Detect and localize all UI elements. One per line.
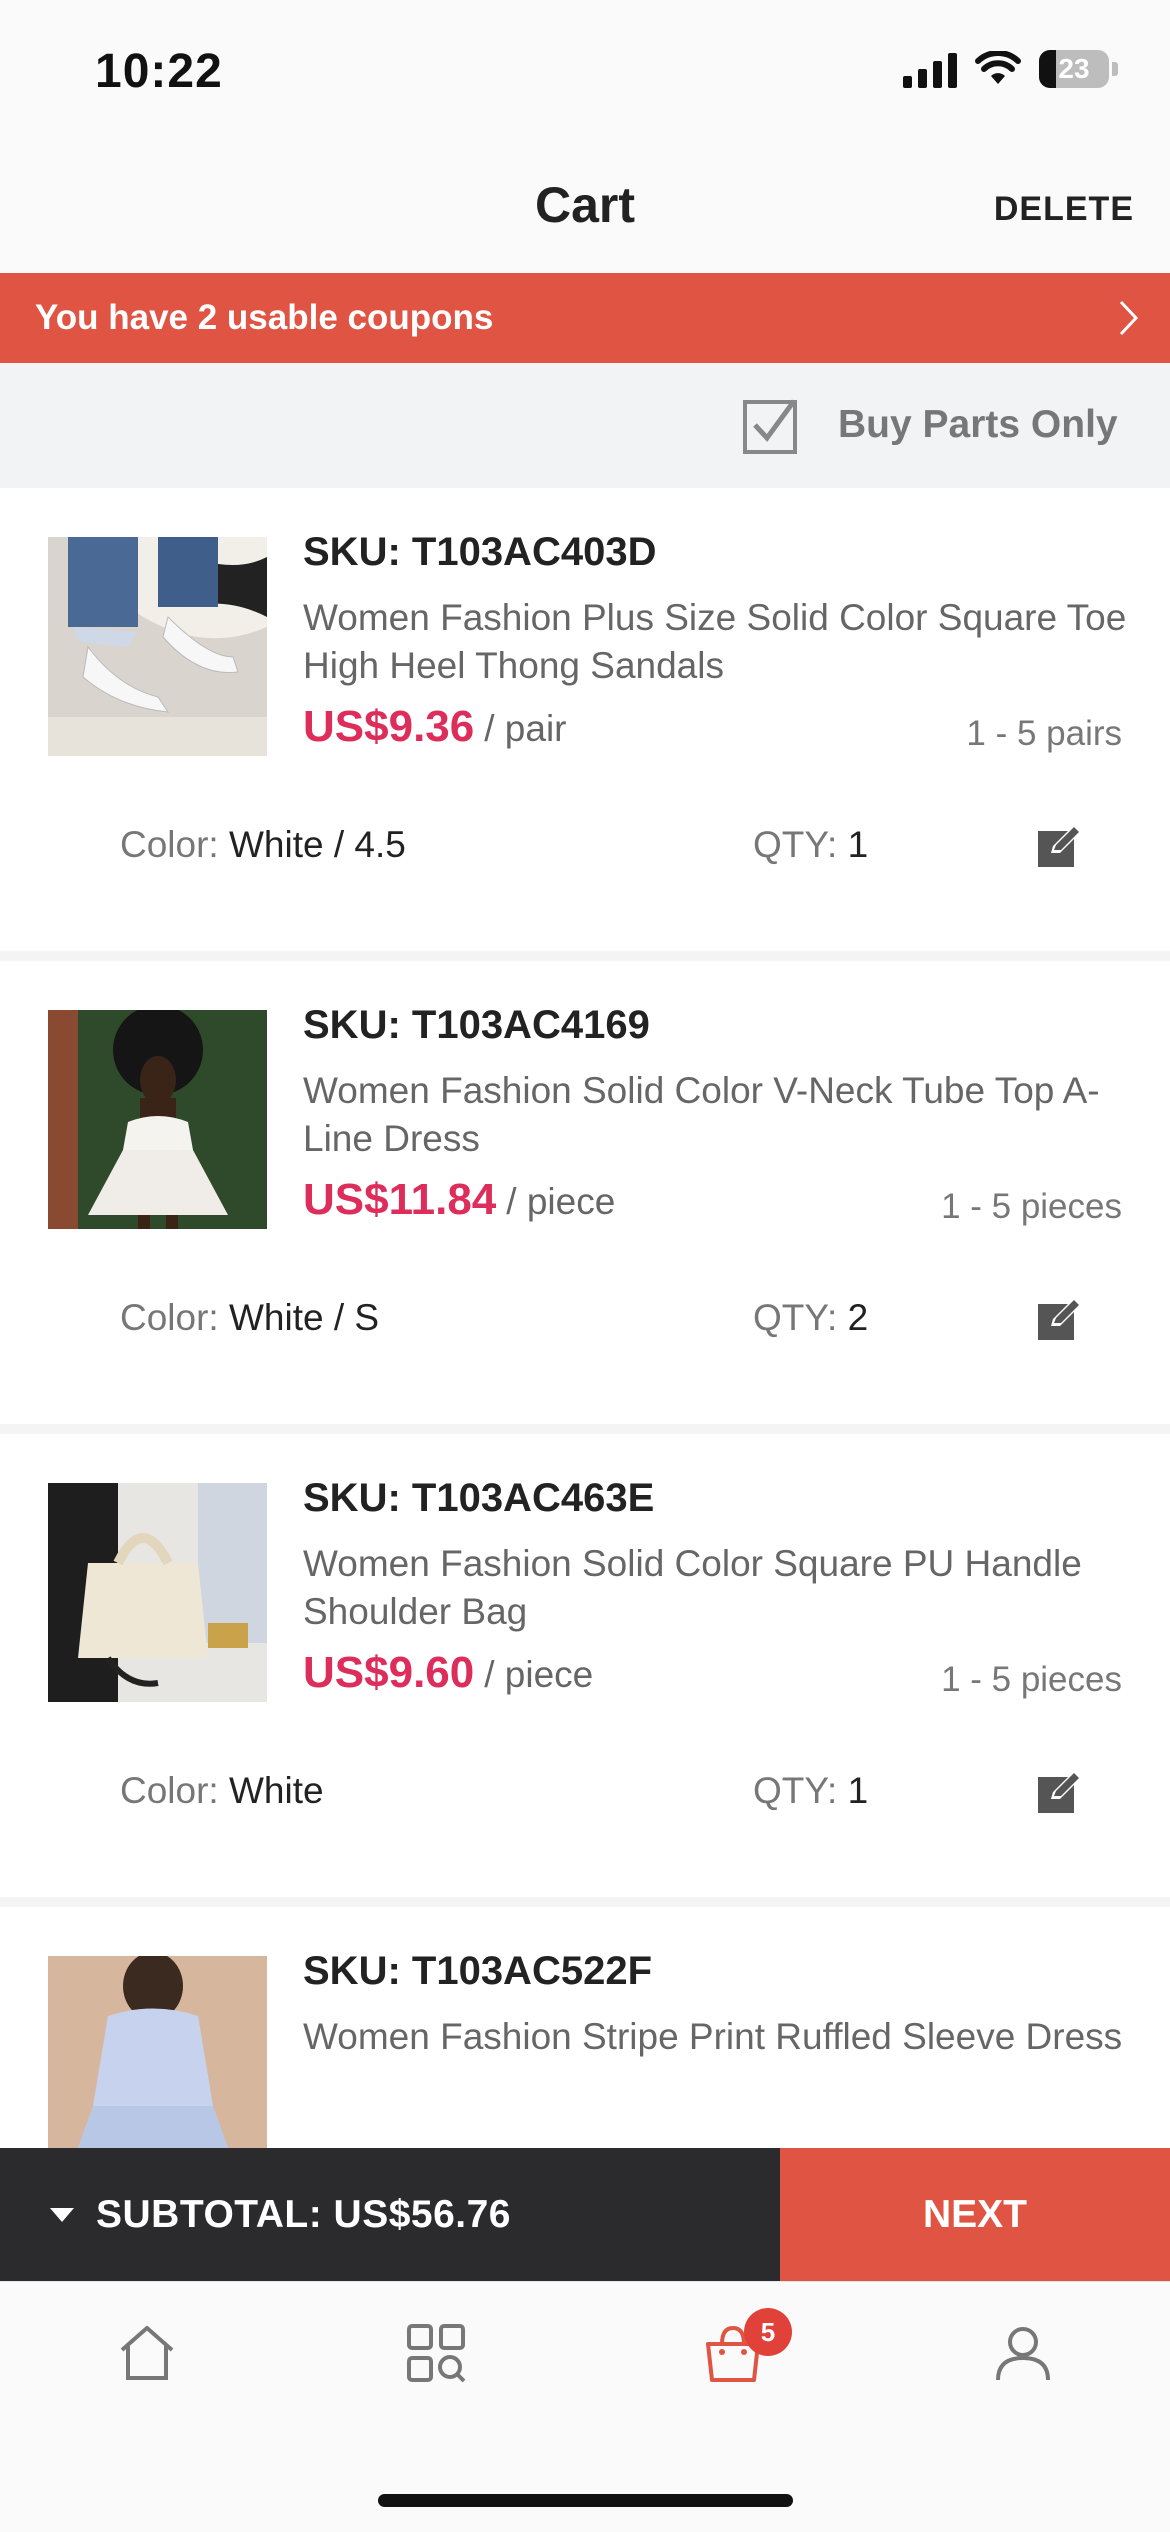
subtotal-toggle[interactable]: SUBTOTAL: US$56.76 (0, 2148, 780, 2281)
profile-icon[interactable] (992, 2322, 1054, 2384)
battery-icon: 23 (1039, 50, 1109, 88)
cart-list[interactable]: SKU: T103AC403D Women Fashion Plus Size … (0, 488, 1170, 2148)
variant-value: White / 4.5 (228, 824, 406, 865)
item-range: 1 - 5 pairs (966, 714, 1122, 753)
cart-item[interactable]: SKU: T103AC522F Women Fashion Stripe Pri… (0, 1907, 1170, 2148)
caret-down-icon (50, 2207, 74, 2222)
status-icons: 23 (903, 50, 1118, 88)
product-image-sandals[interactable] (48, 537, 267, 756)
item-unit: / piece (506, 1181, 616, 1222)
buy-parts-label[interactable]: Buy Parts Only (838, 403, 1118, 447)
price-line: US$11.84 / piece (303, 1175, 615, 1225)
item-title[interactable]: Women Fashion Plus Size Solid Color Squa… (303, 594, 1133, 690)
item-range: 1 - 5 pieces (941, 1187, 1122, 1226)
qty-label: QTY: (753, 1297, 838, 1338)
item-title[interactable]: Women Fashion Solid Color Square PU Hand… (303, 1540, 1133, 1636)
qty-label: QTY: (753, 1770, 838, 1811)
item-qty: QTY: 2 (753, 1297, 868, 1339)
battery-tip (1112, 62, 1118, 76)
coupon-banner[interactable]: You have 2 usable coupons (0, 273, 1170, 363)
product-image-bag[interactable] (48, 1483, 267, 1702)
variant-value: White / S (228, 1297, 380, 1338)
item-price: US$9.60 (303, 1648, 475, 1697)
edit-icon[interactable] (1035, 1296, 1083, 1344)
item-sku: SKU: T103AC403D (303, 530, 657, 574)
item-title[interactable]: Women Fashion Solid Color V-Neck Tube To… (303, 1067, 1133, 1163)
item-variant: Color: White / S (120, 1297, 379, 1339)
variant-value: White (228, 1770, 324, 1811)
cart-badge: 5 (744, 2308, 792, 2356)
cart-item[interactable]: SKU: T103AC403D Women Fashion Plus Size … (0, 488, 1170, 951)
coupon-text: You have 2 usable coupons (35, 298, 494, 337)
buy-parts-checkbox[interactable] (742, 397, 800, 455)
item-qty: QTY: 1 (753, 824, 868, 866)
item-sku: SKU: T103AC522F (303, 1949, 653, 1993)
battery-level: 23 (1058, 53, 1090, 84)
status-time: 10:22 (95, 45, 223, 98)
checkout-bar: SUBTOTAL: US$56.76 NEXT (0, 2148, 1170, 2281)
item-sku: SKU: T103AC4169 (303, 1003, 650, 1047)
tab-cart[interactable]: 5 (702, 2308, 792, 2384)
qty-value: 1 (847, 824, 869, 865)
price-line: US$9.36 / pair (303, 702, 567, 752)
buy-parts-row: Buy Parts Only (0, 363, 1170, 488)
variant-label: Color: (120, 824, 219, 865)
item-variant: Color: White / 4.5 (120, 824, 406, 866)
home-icon[interactable] (116, 2322, 178, 2384)
nav-header: Cart DELETE (0, 140, 1170, 273)
item-unit: / pair (484, 708, 567, 749)
product-image-dress[interactable] (48, 1010, 267, 1229)
item-unit: / piece (484, 1654, 594, 1695)
delete-button[interactable]: DELETE (994, 190, 1134, 229)
next-button[interactable]: NEXT (780, 2148, 1170, 2281)
qty-value: 2 (847, 1297, 869, 1338)
item-variant: Color: White (120, 1770, 324, 1812)
chevron-right-icon (1119, 300, 1139, 336)
price-line: US$9.60 / piece (303, 1648, 593, 1698)
home-indicator (378, 2494, 793, 2507)
cellular-signal-icon (903, 50, 957, 88)
item-price: US$11.84 (303, 1175, 497, 1224)
edit-icon[interactable] (1035, 823, 1083, 871)
item-qty: QTY: 1 (753, 1770, 868, 1812)
variant-label: Color: (120, 1297, 219, 1338)
item-sku: SKU: T103AC463E (303, 1476, 655, 1520)
cart-item[interactable]: SKU: T103AC4169 Women Fashion Solid Colo… (0, 961, 1170, 1424)
subtotal-text: SUBTOTAL: US$56.76 (96, 2192, 511, 2236)
wifi-icon (975, 51, 1021, 84)
qty-value: 1 (847, 1770, 869, 1811)
item-range: 1 - 5 pieces (941, 1660, 1122, 1699)
qty-label: QTY: (753, 824, 838, 865)
cart-item[interactable]: SKU: T103AC463E Women Fashion Solid Colo… (0, 1434, 1170, 1897)
product-image-stripe-dress[interactable] (48, 1956, 267, 2148)
status-bar: 10:22 23 (0, 0, 1170, 140)
category-search-icon[interactable] (405, 2322, 467, 2384)
item-price: US$9.36 (303, 702, 475, 751)
edit-icon[interactable] (1035, 1769, 1083, 1817)
variant-label: Color: (120, 1770, 219, 1811)
item-title[interactable]: Women Fashion Stripe Print Ruffled Sleev… (303, 2013, 1133, 2061)
